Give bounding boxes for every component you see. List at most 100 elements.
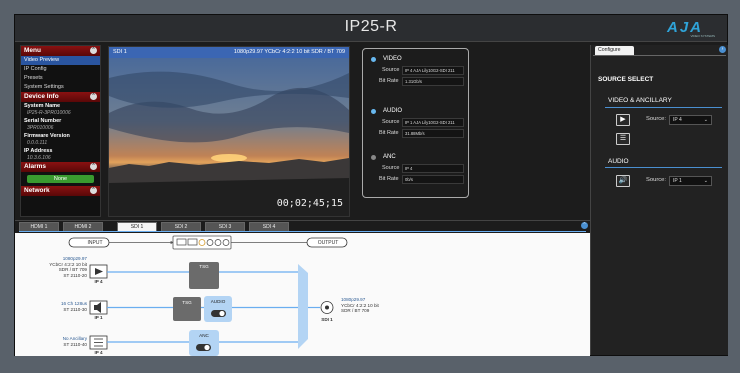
ip-address-value: 10.3.6.106: [27, 155, 51, 161]
output-info: 1080p29.97 YCbCr 4:2:2 10 bit SDR / BT 7…: [341, 297, 401, 314]
audio-bitrate-label: Bit Rate: [379, 130, 399, 136]
tab-underline: [19, 231, 586, 232]
audio-source-select[interactable]: IP 1 ⌄: [669, 176, 712, 186]
firmware-version-label: Firmware Version: [24, 133, 70, 139]
collapse-icon[interactable]: ⌃: [90, 47, 97, 54]
anc-source-label: Source: [382, 165, 400, 171]
aja-logo: AJA VIDEO SYSTEMS: [667, 19, 717, 39]
anc-source-value: IP 4: [402, 164, 464, 173]
output-pill-label: OUTPUT: [317, 240, 339, 246]
menu-item-presets[interactable]: Presets: [21, 74, 100, 83]
output-port: SDI 1: [318, 317, 336, 323]
title-bar: IP25-R AJA VIDEO SYSTEMS: [15, 15, 727, 42]
anc-toggle-label[interactable]: ANC: [189, 333, 219, 339]
audio-source-label: Source: [382, 119, 400, 125]
anc-port-label: IP 4: [94, 350, 103, 355]
video-preview: SDI 1 1080p29.97 YCbCr 4:2:2 10 bit SDR …: [108, 46, 350, 217]
menu-item-video-preview[interactable]: Video Preview: [21, 56, 100, 65]
device-info-header[interactable]: Device Info ⌃: [21, 92, 100, 102]
play-icon[interactable]: ▶: [616, 114, 630, 126]
video-in-port: IP 4: [90, 279, 107, 285]
alarms-header[interactable]: Alarms ⌃: [21, 162, 100, 172]
preview-header: SDI 1 1080p29.97 YCbCr 4:2:2 10 bit SDR …: [109, 47, 349, 58]
anc-in-port: IP 4: [90, 350, 107, 356]
device-info-label: Device Info: [24, 93, 59, 100]
anc-bitrate-value: 0b/s: [402, 175, 464, 184]
page-title: IP25-R: [344, 18, 398, 35]
system-name-label: System Name: [24, 103, 61, 109]
audio-bitrate-value: 31.88Mb/s: [402, 129, 464, 138]
source-select-title: SOURCE SELECT: [598, 76, 654, 83]
output-port-label: SDI 1: [321, 317, 333, 322]
collapse-icon[interactable]: ⌃: [90, 93, 97, 100]
side-menu: Menu ⌃ Video Preview IP Config Presets Sy…: [20, 45, 101, 217]
input-pill-label: INPUT: [87, 240, 103, 246]
city-skyline-image: [109, 71, 349, 216]
audio-port-label: IP 1: [94, 315, 103, 320]
menu-header-label: Menu: [24, 47, 41, 54]
menu-item-ip-config[interactable]: IP Config: [21, 65, 100, 74]
anc-bitrate-label: Bit Rate: [379, 176, 399, 182]
video-in-std: ST 2110-20: [63, 272, 87, 278]
alarm-status-badge: None: [27, 175, 94, 183]
anc-in-std: ST 2110-40: [63, 341, 87, 347]
audio-source-select-label: Source:: [646, 177, 666, 183]
preview-format: 1080p29.97 YCbCr 4:2:2 10 bit SDR / BT 7…: [233, 49, 345, 55]
video-status-dot: [371, 57, 376, 62]
menu-header[interactable]: Menu ⌃: [21, 46, 100, 56]
anc-status-dot: [371, 155, 376, 160]
firmware-version-value: 0.0.0.111: [27, 140, 48, 146]
network-label: Network: [24, 187, 50, 194]
video-bitrate-value: 1.31Gb/s: [402, 77, 464, 86]
ancillary-icon[interactable]: ☰: [616, 133, 630, 145]
speaker-icon[interactable]: 🔊: [616, 175, 630, 187]
audio-in-port: IP 1: [90, 315, 107, 321]
flow-graphics: [68, 235, 348, 356]
system-name-value: IP25-R-3PR010006: [27, 110, 71, 116]
collapse-icon[interactable]: ⌃: [90, 187, 97, 194]
logo-subtext: VIDEO SYSTEMS: [690, 34, 715, 38]
audio-source-value: IP 1 AJA Lily10G2-SDI 211: [402, 118, 464, 127]
video-source-select[interactable]: IP 4 ⌄: [669, 115, 712, 125]
video-source-value: IP 4 AJA Lily10G2-SDI 211: [402, 66, 464, 75]
anc-input-info: No Ancillary ST 2110-40: [21, 336, 87, 347]
section-divider: [605, 167, 722, 168]
source-info-panel: VIDEO Source IP 4 AJA Lily10G2-SDI 211 B…: [362, 48, 469, 198]
panel-collapse-icon[interactable]: ›: [719, 46, 726, 53]
audio-in-std: ST 2110-30: [63, 306, 87, 312]
collapse-icon[interactable]: ⌃: [581, 222, 588, 229]
anc-title: ANC: [383, 154, 396, 160]
menu-item-system-settings[interactable]: System Settings: [21, 83, 100, 92]
video-source-label: Source: [382, 67, 400, 73]
serial-number-label: Serial Number: [24, 118, 62, 124]
signal-flow-diagram: INPUT OUTPUT 1080p29.97 YCbCr 4:2:2 10 b…: [15, 233, 590, 356]
audio-section-title: AUDIO: [608, 158, 629, 165]
video-input-info: 1080p29.97 YCbCr 4:2:2 10 bit SDR / BT 7…: [21, 256, 87, 278]
audio-status-dot: [371, 109, 376, 114]
video-port-label: IP 4: [94, 279, 103, 284]
routing-panel: HDMI 1 HDMI 2 SDI 1 SDI 2 SDI 3 SDI 4 ⌃: [15, 220, 590, 356]
video-source-selected: IP 4: [673, 117, 682, 123]
output-range: SDR / BT 709: [341, 308, 370, 313]
tab-underline: [593, 55, 726, 56]
video-source-select-label: Source:: [646, 116, 666, 122]
tsg-video-label[interactable]: TSG: [189, 264, 219, 270]
tab-configure[interactable]: Configure: [595, 46, 634, 55]
preview-source: SDI 1: [113, 49, 127, 55]
app-window: IP25-R AJA VIDEO SYSTEMS Menu ⌃ Video Pre…: [14, 14, 728, 356]
video-title: VIDEO: [383, 56, 402, 62]
ip-address-label: IP Address: [24, 148, 53, 154]
video-bitrate-label: Bit Rate: [379, 78, 399, 84]
tsg-audio-label[interactable]: TSG: [173, 300, 201, 306]
collapse-icon[interactable]: ⌃: [90, 163, 97, 170]
chevron-down-icon: ⌄: [703, 117, 708, 123]
audio-toggle-label[interactable]: AUDIO: [204, 299, 232, 305]
section-divider: [605, 107, 722, 108]
alarms-label: Alarms: [24, 163, 47, 170]
serial-number-value: 3PR010006: [27, 125, 54, 131]
video-anc-section-title: VIDEO & ANCILLARY: [608, 97, 672, 104]
audio-input-info: 16 Ch 128us ST 2110-30: [21, 301, 87, 312]
audio-source-selected: IP 1: [673, 178, 682, 184]
network-header[interactable]: Network ⌃: [21, 186, 100, 196]
audio-title: AUDIO: [383, 108, 403, 114]
